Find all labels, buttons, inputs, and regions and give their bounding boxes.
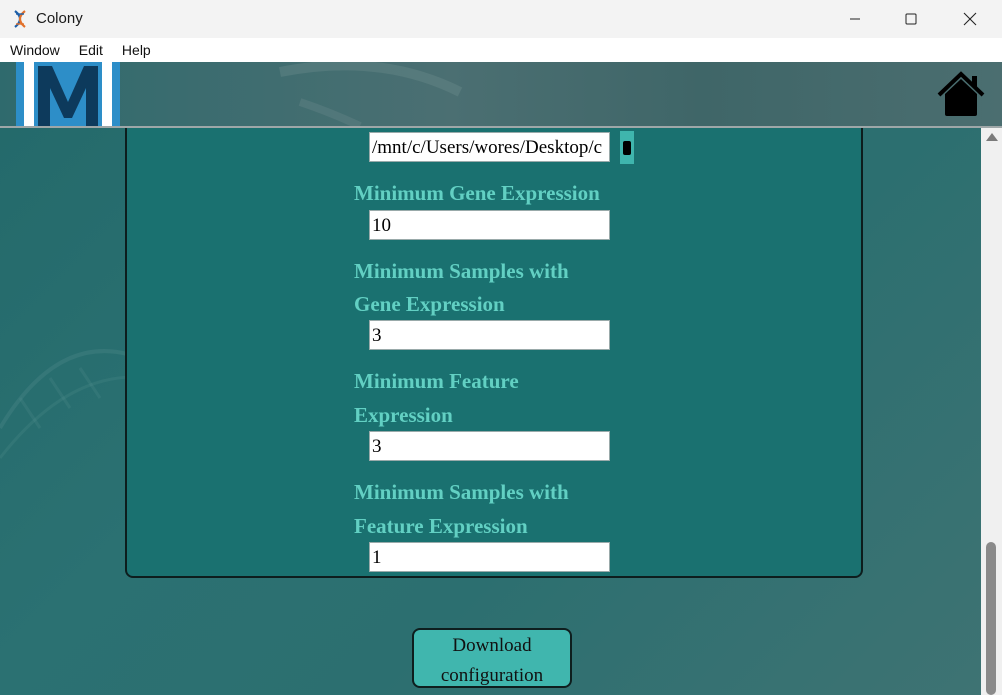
app-logo	[16, 62, 120, 126]
dna-icon	[14, 10, 26, 28]
menu-help[interactable]: Help	[112, 38, 160, 62]
min-samples-feature-label-line2: Feature Expression	[354, 514, 528, 538]
download-button-line1: Download	[452, 635, 532, 656]
maximize-icon	[905, 13, 917, 25]
browse-icon	[623, 140, 631, 155]
min-samples-gene-input[interactable]: 3	[369, 320, 610, 350]
min-samples-gene-label-line1: Minimum Samples with	[354, 259, 569, 283]
home-button[interactable]	[936, 70, 986, 120]
min-feature-expression-input[interactable]: 3	[369, 431, 610, 461]
menu-bar: Window Edit Help	[0, 38, 1002, 62]
path-input[interactable]: /mnt/c/Users/wores/Desktop/c	[369, 132, 610, 162]
min-gene-expression-input[interactable]: 10	[369, 210, 610, 240]
app-header	[0, 62, 1002, 126]
min-samples-feature-label-line1: Minimum Samples with	[354, 480, 569, 504]
helix-decoration	[279, 62, 463, 126]
home-icon	[937, 71, 985, 116]
min-samples-feature-input[interactable]: 1	[369, 542, 610, 572]
download-configuration-button[interactable]: Download configuration	[412, 628, 572, 688]
min-samples-gene-label-line2: Gene Expression	[354, 292, 505, 316]
download-button-line2: configuration	[440, 665, 544, 686]
scroll-up-arrow-icon[interactable]	[986, 133, 998, 141]
window-title: Colony	[36, 10, 83, 27]
min-gene-expression-label: Minimum Gene Expression	[354, 181, 600, 205]
minimize-icon	[850, 18, 860, 20]
menu-window[interactable]: Window	[0, 38, 69, 62]
main-content: /mnt/c/Users/wores/Desktop/c Minimum Gen…	[0, 128, 981, 695]
maximize-button[interactable]	[888, 0, 934, 38]
vertical-scrollbar[interactable]	[981, 128, 1002, 695]
min-feature-expression-label-line2: Expression	[354, 403, 453, 427]
title-bar: Colony	[0, 0, 1002, 38]
close-icon	[963, 12, 977, 26]
browse-button[interactable]	[620, 131, 634, 164]
minimize-button[interactable]	[832, 0, 878, 38]
menu-edit[interactable]: Edit	[69, 38, 112, 62]
min-feature-expression-label-line1: Minimum Feature	[354, 369, 519, 393]
close-button[interactable]	[947, 0, 993, 38]
scroll-thumb[interactable]	[986, 542, 996, 695]
